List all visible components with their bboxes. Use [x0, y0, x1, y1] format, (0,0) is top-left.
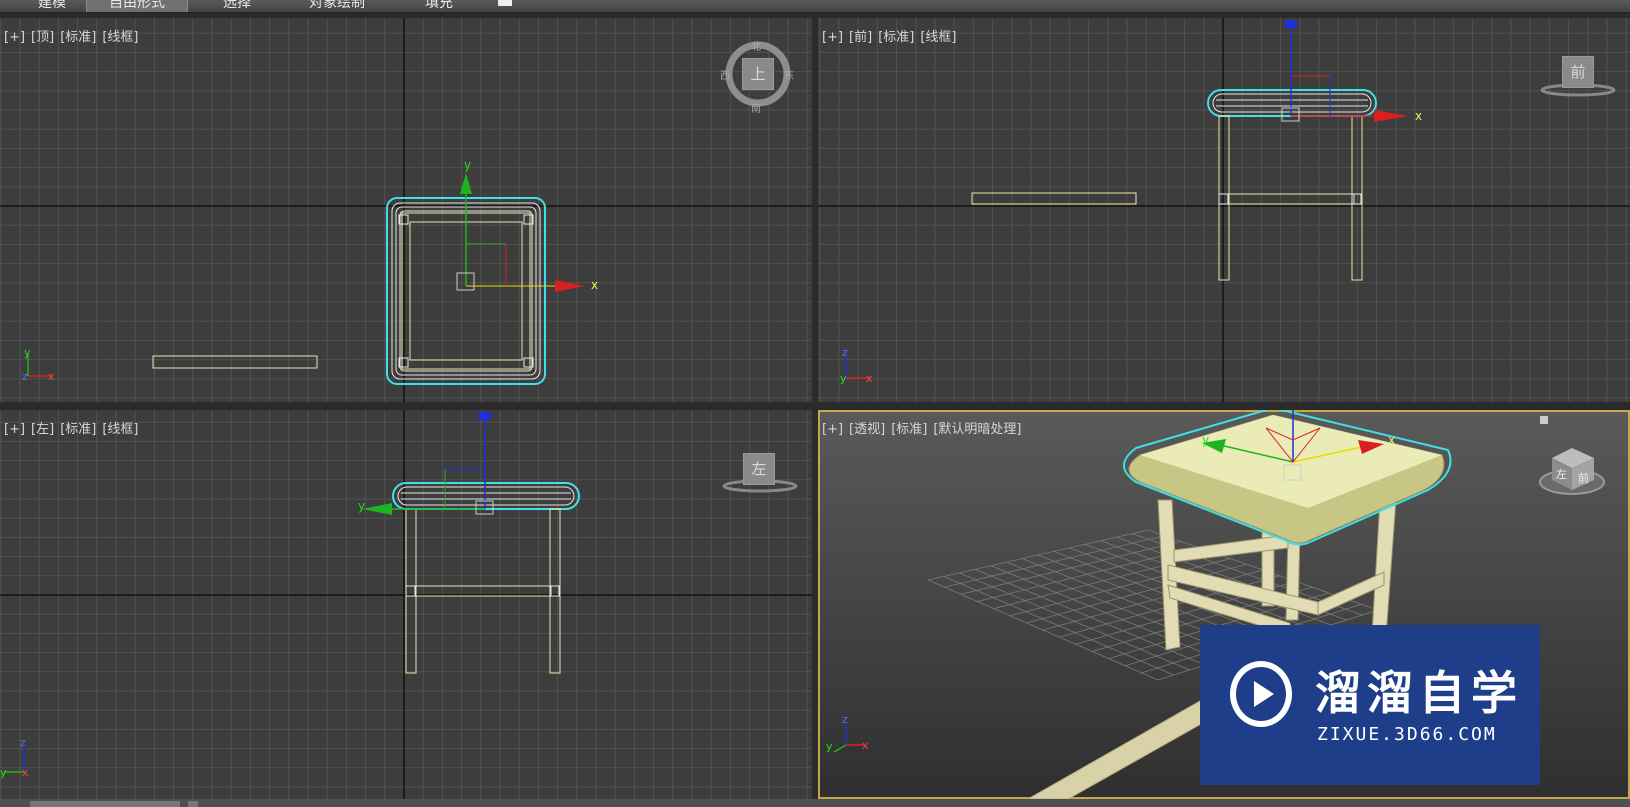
gizmo-x-label: x	[1388, 433, 1395, 447]
tripod-y-label: y	[0, 766, 7, 779]
time-slider[interactable]	[30, 801, 180, 807]
tripod-z-label: z	[20, 736, 26, 749]
left-view-scene: y z y x	[0, 412, 798, 779]
top-view-scene: x y y z x	[22, 158, 598, 385]
time-slider-next[interactable]	[188, 801, 198, 807]
viewport-front[interactable]: [+] [前] [标准] [线框] x z y x 前	[818, 18, 1630, 402]
viewcube-face-left[interactable]: 左	[1556, 468, 1567, 481]
gizmo-y-label: y	[358, 499, 365, 513]
viewport-top[interactable]: [+] [顶] [标准] [线框] x y y z x 上 北 南 东 西	[0, 18, 812, 402]
viewcube-top[interactable]: 上 北 南 东 西	[720, 38, 794, 115]
tab-freeform[interactable]: 自由形式	[86, 0, 188, 12]
compass-west[interactable]: 西	[720, 67, 730, 82]
tripod-z-label: z	[842, 713, 848, 726]
tab-object-paint[interactable]: 对象绘制	[309, 0, 365, 12]
tripod-y-label: y	[840, 372, 847, 385]
viewport-left[interactable]: [+] [左] [标准] [线框] y z y x 左	[0, 410, 812, 799]
viewcube-perspective[interactable]	[1539, 448, 1605, 495]
move-gizmo[interactable]	[362, 412, 494, 515]
tripod-z-label: z	[842, 346, 848, 359]
viewcube-face-left[interactable]: 左	[743, 453, 775, 485]
tab-modeling[interactable]: 建模	[38, 0, 66, 12]
gizmo-x-label: x	[591, 278, 598, 292]
compass-east[interactable]: 东	[784, 67, 794, 82]
tripod-y-label: y	[24, 346, 31, 359]
play-logo-icon	[1230, 661, 1292, 727]
plank-wireframe[interactable]	[152, 355, 318, 369]
tripod-y-label: y	[826, 740, 833, 753]
tab-selection[interactable]: 选择	[223, 0, 251, 12]
tripod-x-label: x	[862, 739, 869, 752]
plank-wireframe[interactable]	[971, 192, 1137, 205]
tripod-x-label: x	[22, 766, 29, 779]
compass-north[interactable]: 北	[751, 38, 761, 53]
home-icon[interactable]	[1540, 416, 1548, 424]
viewcube-front[interactable]: 前	[1562, 56, 1594, 88]
front-view-scene: x z y x	[840, 20, 1616, 385]
gizmo-y-label: y	[1202, 433, 1209, 447]
axis-tripod-icon	[4, 748, 25, 773]
status-bar	[0, 799, 1630, 807]
ribbon-toggle-icon[interactable]	[498, 0, 512, 6]
stool-wireframe-left[interactable]	[392, 482, 580, 674]
tripod-z-label: z	[22, 370, 28, 383]
move-gizmo[interactable]	[1281, 20, 1408, 122]
move-gizmo[interactable]	[456, 173, 585, 292]
watermark-title: 溜溜自学	[1315, 666, 1523, 720]
viewcube-face-front[interactable]: 前	[1562, 56, 1594, 88]
stool-wireframe-front[interactable]	[1207, 89, 1377, 281]
compass-south[interactable]: 南	[751, 100, 761, 115]
watermark-badge: 溜溜自学 ZIXUE.3D66.COM	[1200, 625, 1540, 785]
watermark-url: ZIXUE.3D66.COM	[1317, 724, 1497, 745]
gizmo-y-label: y	[464, 158, 471, 172]
tab-populate[interactable]: 填充	[425, 0, 453, 12]
ribbon-tabs: 建模 自由形式 选择 对象绘制 填充	[0, 0, 1630, 13]
viewcube-left[interactable]: 左	[743, 453, 775, 485]
viewcube-face-top[interactable]: 上	[742, 58, 774, 90]
gizmo-x-label: x	[1415, 109, 1422, 123]
axis-tripod-icon	[833, 725, 864, 753]
tripod-x-label: x	[48, 370, 55, 383]
viewcube-face-front[interactable]: 前	[1578, 471, 1589, 485]
tripod-x-label: x	[866, 372, 873, 385]
